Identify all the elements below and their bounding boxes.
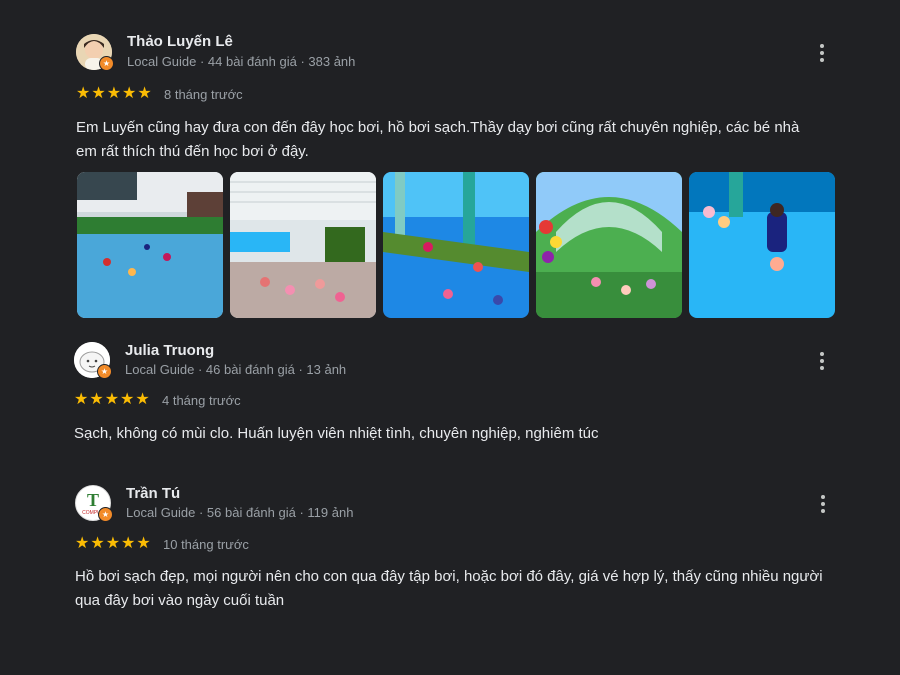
star-icon: ★ (89, 391, 104, 408)
local-guide-badge-icon: ★ (99, 56, 114, 71)
star-icon: ★ (136, 535, 151, 552)
star-icon: ★ (75, 535, 90, 552)
star-icon: ★ (91, 85, 106, 102)
review-card: T COMPUT ★ Trần Tú Local Guide · 56 bài … (0, 470, 900, 675)
star-icon: ★ (135, 391, 150, 408)
review-time: 10 tháng trước (163, 537, 249, 552)
star-icon: ★ (122, 85, 137, 102)
star-icon: ★ (106, 85, 122, 102)
review-card: ★ Thảo Luyến Lê Local Guide · 44 bài đán… (0, 0, 900, 330)
local-guide-badge-icon: ★ (97, 364, 112, 379)
more-vert-icon (821, 495, 825, 499)
more-options-button[interactable] (813, 492, 833, 516)
more-vert-icon (820, 352, 824, 356)
more-options-button[interactable] (812, 41, 832, 65)
review-photo[interactable] (230, 172, 376, 318)
reviewer-name[interactable]: Trần Tú (126, 485, 180, 502)
review-card: ★ Julia Truong Local Guide · 46 bài đánh… (0, 330, 900, 470)
review-text: Sạch, không có mùi clo. Huấn luyện viên … (74, 425, 599, 442)
more-options-button[interactable] (812, 349, 832, 373)
star-rating: ★ ★ ★ ★ ★ (75, 536, 151, 552)
star-icon: ★ (121, 535, 136, 552)
review-photos (77, 172, 837, 318)
review-text: Em Luyến cũng hay đưa con đến đây học bơ… (76, 119, 800, 160)
review-photo[interactable] (77, 172, 223, 318)
star-icon: ★ (90, 535, 105, 552)
star-rating: ★ ★ ★ ★ ★ (76, 86, 152, 102)
star-icon: ★ (120, 391, 135, 408)
review-time: 4 tháng trước (162, 393, 241, 408)
reviewer-meta: Local Guide · 56 bài đánh giá · 119 ảnh (126, 505, 354, 520)
star-rating: ★ ★ ★ ★ ★ (74, 392, 150, 408)
star-icon: ★ (137, 85, 152, 102)
reviewer-name[interactable]: Thảo Luyến Lê (127, 33, 233, 50)
review-photo[interactable] (536, 172, 682, 318)
star-icon: ★ (104, 391, 120, 408)
review-text: Hồ bơi sạch đẹp, mọi người nên cho con q… (75, 568, 823, 609)
local-guide-badge-icon: ★ (98, 507, 113, 522)
reviewer-meta: Local Guide · 46 bài đánh giá · 13 ảnh (125, 362, 347, 377)
review-time: 8 tháng trước (164, 87, 243, 102)
more-vert-icon (820, 44, 824, 48)
star-icon: ★ (76, 85, 91, 102)
star-icon: ★ (105, 535, 121, 552)
review-photo[interactable] (383, 172, 529, 318)
reviewer-name[interactable]: Julia Truong (125, 342, 214, 359)
star-icon: ★ (74, 391, 89, 408)
review-photo[interactable] (689, 172, 835, 318)
reviewer-meta: Local Guide · 44 bài đánh giá · 383 ảnh (127, 54, 356, 69)
